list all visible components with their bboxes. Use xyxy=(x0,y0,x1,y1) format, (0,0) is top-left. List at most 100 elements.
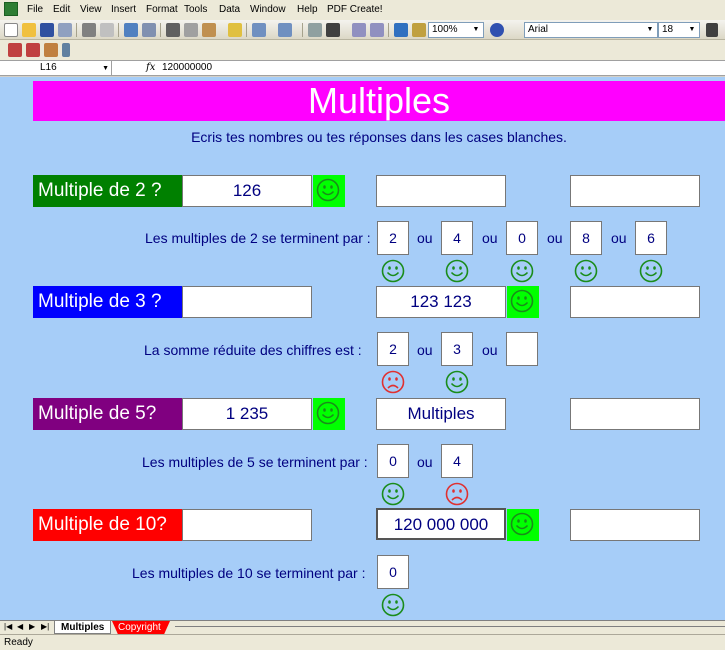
new-icon[interactable] xyxy=(4,23,18,37)
menu-view[interactable]: View xyxy=(80,4,102,15)
ou-text: ou xyxy=(482,342,498,358)
research-icon[interactable] xyxy=(142,23,156,37)
answer-cell-10c[interactable] xyxy=(570,509,700,541)
label-multiple-3: Multiple de 3 ? xyxy=(33,286,182,318)
zoom-value: 100% xyxy=(432,24,458,35)
menu-window[interactable]: Window xyxy=(250,4,286,15)
drawing-icon[interactable] xyxy=(412,23,426,37)
digit-cell[interactable]: 4 xyxy=(441,221,473,255)
bold-icon[interactable] xyxy=(706,23,718,37)
smiley-happy-icon xyxy=(510,512,534,536)
next-sheet-icon[interactable]: ▶ xyxy=(29,622,35,631)
label-multiple-5: Multiple de 5? xyxy=(33,398,182,430)
menu-insert[interactable]: Insert xyxy=(111,4,136,15)
chart-wizard-icon[interactable] xyxy=(394,23,408,37)
excel-app-icon[interactable] xyxy=(4,2,18,16)
chevron-down-icon: ▼ xyxy=(102,65,109,72)
pdf-settings-icon[interactable] xyxy=(44,43,58,57)
smiley-happy-icon xyxy=(381,482,405,506)
rule-text-3: La somme réduite des chiffres est : xyxy=(144,342,362,358)
cut-icon[interactable] xyxy=(166,23,180,37)
tab-multiples[interactable]: Multiples xyxy=(54,621,112,634)
copy-icon[interactable] xyxy=(184,23,198,37)
print-preview-icon[interactable] xyxy=(100,23,114,37)
answer-cell-10b-selected[interactable]: 120 000 000 xyxy=(376,508,506,540)
answer-cell-3b[interactable]: 123 123 xyxy=(376,286,506,318)
paste-icon[interactable] xyxy=(202,23,216,37)
undo-icon[interactable] xyxy=(252,23,266,37)
sort-descending-icon[interactable] xyxy=(370,23,384,37)
page-title: Multiples xyxy=(33,81,725,121)
separator xyxy=(160,23,161,37)
ou-text: ou xyxy=(417,230,433,246)
smiley-sad-icon xyxy=(445,482,469,506)
worksheet: Multiples Ecris tes nombres ou tes répon… xyxy=(0,77,725,620)
menu-data[interactable]: Data xyxy=(219,4,240,15)
answer-cell-2b[interactable] xyxy=(376,175,506,207)
digit-cell[interactable]: 2 xyxy=(377,221,409,255)
function-icon[interactable]: fx xyxy=(146,62,155,73)
digit-cell[interactable] xyxy=(506,332,538,366)
pdf-toolbar xyxy=(0,40,725,60)
sort-ascending-icon[interactable] xyxy=(352,23,366,37)
last-sheet-icon[interactable]: ▶| xyxy=(41,622,49,631)
separator xyxy=(246,23,247,37)
digit-cell[interactable]: 0 xyxy=(377,555,409,589)
answer-cell-5c[interactable] xyxy=(570,398,700,430)
chevron-down-icon: ▼ xyxy=(472,26,480,33)
answer-cell-5a[interactable]: 1 235 xyxy=(182,398,312,430)
smiley-sad-icon xyxy=(381,370,405,394)
digit-cell[interactable]: 3 xyxy=(441,332,473,366)
horizontal-scrollbar[interactable] xyxy=(175,626,725,627)
answer-cell-10a[interactable] xyxy=(182,509,312,541)
open-icon[interactable] xyxy=(22,23,36,37)
print-icon[interactable] xyxy=(82,23,96,37)
autosum-icon[interactable] xyxy=(326,23,340,37)
permission-icon[interactable] xyxy=(58,23,72,37)
font-size-select[interactable]: 18 ▼ xyxy=(658,22,700,38)
hyperlink-icon[interactable] xyxy=(308,23,322,37)
help-icon[interactable] xyxy=(490,23,504,37)
digit-cell[interactable]: 2 xyxy=(377,332,409,366)
menu-help[interactable]: Help xyxy=(297,4,318,15)
menu-format[interactable]: Format xyxy=(146,4,178,15)
format-painter-icon[interactable] xyxy=(228,23,242,37)
digit-cell[interactable]: 8 xyxy=(570,221,602,255)
answer-cell-5b[interactable]: Multiples xyxy=(376,398,506,430)
smiley-happy-icon xyxy=(574,259,598,283)
menu-pdf-create[interactable]: PDF Create! xyxy=(327,4,383,15)
answer-cell-3a[interactable] xyxy=(182,286,312,318)
font-select[interactable]: Arial ▼ xyxy=(524,22,658,38)
zoom-select[interactable]: 100% ▼ xyxy=(428,22,484,38)
menu-tools[interactable]: Tools xyxy=(184,4,207,15)
digit-cell[interactable]: 4 xyxy=(441,444,473,478)
digit-cell[interactable]: 0 xyxy=(506,221,538,255)
rule-text-10: Les multiples de 10 se terminent par : xyxy=(132,565,366,581)
pdf-convert-icon[interactable] xyxy=(8,43,22,57)
ou-text: ou xyxy=(611,230,627,246)
menu-file[interactable]: File xyxy=(27,4,43,15)
answer-cell-2a[interactable]: 126 xyxy=(182,175,312,207)
answer-cell-2c[interactable] xyxy=(570,175,700,207)
smiley-happy-icon xyxy=(316,178,340,202)
digit-cell[interactable]: 0 xyxy=(377,444,409,478)
spelling-icon[interactable] xyxy=(124,23,138,37)
separator xyxy=(388,23,389,37)
toolbar-options-icon[interactable] xyxy=(62,43,70,57)
redo-icon[interactable] xyxy=(278,23,292,37)
smiley-happy-icon xyxy=(445,370,469,394)
label-multiple-10: Multiple de 10? xyxy=(33,509,182,541)
digit-cell[interactable]: 6 xyxy=(635,221,667,255)
first-sheet-icon[interactable]: |◀ xyxy=(4,622,12,631)
save-icon[interactable] xyxy=(40,23,54,37)
smiley-happy-icon xyxy=(381,259,405,283)
separator xyxy=(118,23,119,37)
answer-cell-3c[interactable] xyxy=(570,286,700,318)
formula-input[interactable]: 120000000 xyxy=(162,61,212,75)
tab-copyright[interactable]: Copyright xyxy=(112,621,170,634)
prev-sheet-icon[interactable]: ◀ xyxy=(17,622,23,631)
instruction-text: Ecris tes nombres ou tes réponses dans l… xyxy=(191,129,567,145)
menu-edit[interactable]: Edit xyxy=(53,4,70,15)
pdf-email-icon[interactable] xyxy=(26,43,40,57)
name-box[interactable]: L16 ▼ xyxy=(0,61,112,75)
